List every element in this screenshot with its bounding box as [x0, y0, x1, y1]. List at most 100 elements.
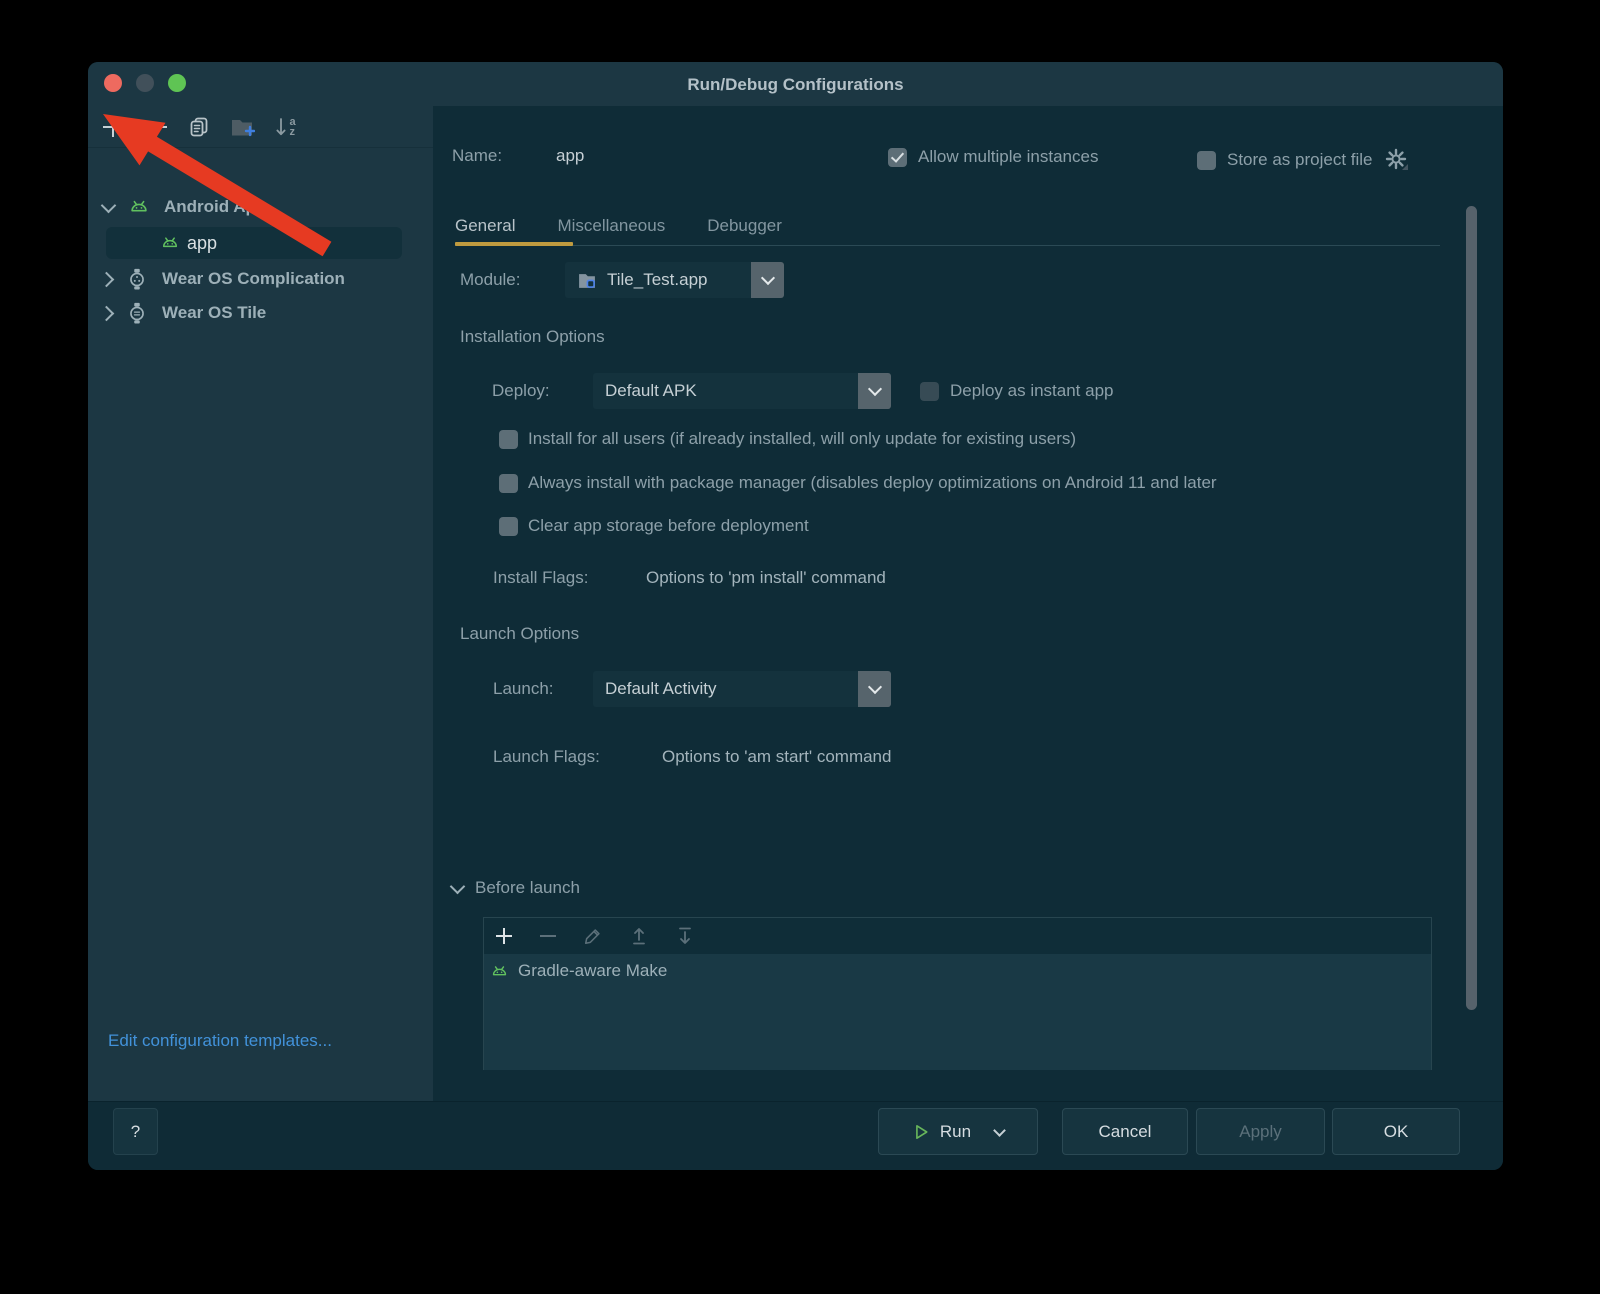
run-button[interactable]: Run [878, 1108, 1038, 1155]
before-launch-task-row[interactable]: Gradle-aware Make [484, 954, 1431, 981]
clear-app-storage-option: Clear app storage before deployment [499, 516, 1449, 536]
module-value: Tile_Test.app [607, 270, 707, 290]
deploy-as-instant-app-checkbox[interactable] [920, 382, 939, 401]
chevron-down-icon [867, 680, 881, 694]
copy-configuration-button[interactable] [186, 114, 212, 140]
store-as-project-file-option: Store as project file [1197, 147, 1410, 173]
tab-general[interactable]: General [455, 216, 515, 236]
launch-flags-field[interactable]: Options to 'am start' command [662, 747, 891, 767]
launch-label: Launch: [493, 679, 554, 699]
allow-multiple-instances-checkbox[interactable] [888, 148, 907, 167]
edit-configuration-templates-link[interactable]: Edit configuration templates... [108, 1031, 332, 1051]
module-dropdown-button[interactable] [751, 262, 784, 298]
always-install-package-manager-option: Always install with package manager (dis… [499, 473, 1449, 493]
cancel-button[interactable]: Cancel [1062, 1108, 1188, 1155]
allow-multiple-instances-label: Allow multiple instances [918, 147, 1098, 167]
before-launch-edit-button[interactable] [582, 925, 604, 947]
tab-debugger[interactable]: Debugger [707, 216, 782, 236]
deploy-label: Deploy: [492, 381, 550, 401]
launch-dropdown-button[interactable] [858, 671, 891, 707]
before-launch-add-button[interactable] [494, 926, 514, 946]
module-select[interactable]: Tile_Test.app [565, 262, 784, 298]
run-debug-configurations-dialog: Run/Debug Configurations [88, 62, 1503, 1170]
module-label: Module: [460, 270, 520, 290]
sort-az-icon: a z [274, 116, 295, 138]
name-label: Name: [452, 146, 502, 166]
allow-multiple-instances-option: Allow multiple instances [888, 147, 1098, 167]
deploy-select[interactable]: Default APK [593, 373, 891, 409]
clear-app-storage-label: Clear app storage before deployment [528, 516, 809, 536]
chevron-down-icon [450, 878, 466, 894]
tree-item-app-selected[interactable]: app [106, 227, 402, 259]
tab-bar: General Miscellaneous Debugger [455, 206, 782, 246]
sidebar-toolbar: a z [88, 106, 433, 148]
module-folder-icon [577, 270, 597, 290]
new-folder-icon [229, 114, 255, 140]
apply-button[interactable]: Apply [1196, 1108, 1325, 1155]
always-install-package-manager-label: Always install with package manager (dis… [528, 473, 1217, 493]
tree-item-label: app [187, 233, 217, 254]
install-for-all-users-checkbox[interactable] [499, 430, 518, 449]
before-launch-move-up-button[interactable] [628, 925, 650, 947]
before-launch-remove-button[interactable] [538, 926, 558, 946]
installation-options-title: Installation Options [460, 327, 605, 347]
clear-app-storage-checkbox[interactable] [499, 517, 518, 536]
before-launch-task-label: Gradle-aware Make [518, 961, 667, 981]
chevron-down-icon [867, 382, 881, 396]
add-configuration-button[interactable] [100, 114, 126, 140]
tree-item-label: Wear OS Complication [162, 269, 345, 289]
tree-group-android-app[interactable]: Android App [103, 196, 266, 218]
tab-divider [455, 245, 1440, 246]
launch-flags-label: Launch Flags: [493, 747, 600, 767]
new-folder-button[interactable] [229, 114, 255, 140]
chevron-down-icon [101, 197, 117, 213]
minus-icon [145, 117, 167, 137]
run-button-label: Run [940, 1122, 971, 1142]
android-icon [490, 962, 509, 981]
gear-icon[interactable] [1384, 147, 1410, 173]
configurations-sidebar: a z Android App [88, 106, 433, 1102]
arrow-up-from-line-icon [630, 926, 648, 946]
arrow-down-to-line-icon [676, 926, 694, 946]
before-launch-title: Before launch [475, 878, 580, 898]
deploy-value: Default APK [605, 381, 697, 401]
deploy-as-instant-app-label: Deploy as instant app [950, 381, 1114, 401]
install-for-all-users-option: Install for all users (if already instal… [499, 429, 1449, 449]
launch-select[interactable]: Default Activity [593, 671, 891, 707]
window-title: Run/Debug Configurations [88, 62, 1503, 106]
name-value-field[interactable]: app [556, 146, 584, 166]
play-icon [912, 1123, 930, 1141]
vertical-scrollbar-thumb[interactable] [1466, 206, 1477, 1010]
before-launch-panel: Gradle-aware Make [483, 917, 1432, 1070]
tree-item-label: Android App [164, 197, 266, 217]
watch-icon [126, 267, 148, 291]
help-button[interactable]: ? [113, 1108, 158, 1155]
active-tab-underline [455, 242, 573, 246]
sort-configurations-button[interactable]: a z [272, 114, 298, 140]
store-as-project-file-label: Store as project file [1227, 150, 1373, 170]
chevron-down-icon [760, 271, 774, 285]
chevron-down-icon[interactable] [993, 1124, 1006, 1137]
remove-configuration-button[interactable] [143, 114, 169, 140]
install-for-all-users-label: Install for all users (if already instal… [528, 429, 1076, 449]
watch-icon [126, 301, 148, 325]
configuration-editor: Name: app Allow multiple instances Store… [433, 106, 1503, 1102]
android-icon [128, 196, 150, 218]
launch-value: Default Activity [605, 679, 717, 699]
deploy-dropdown-button[interactable] [858, 373, 891, 409]
chevron-right-icon [99, 271, 115, 287]
ok-button[interactable]: OK [1332, 1108, 1460, 1155]
dialog-footer: ? Run Cancel Apply OK [88, 1101, 1503, 1170]
plus-icon [496, 928, 512, 944]
before-launch-move-down-button[interactable] [674, 925, 696, 947]
tree-group-wear-os-tile[interactable]: Wear OS Tile [103, 301, 266, 325]
pencil-icon [583, 926, 603, 946]
tab-miscellaneous[interactable]: Miscellaneous [557, 216, 665, 236]
store-as-project-file-checkbox[interactable] [1197, 151, 1216, 170]
always-install-package-manager-checkbox[interactable] [499, 474, 518, 493]
install-flags-field[interactable]: Options to 'pm install' command [646, 568, 886, 588]
titlebar: Run/Debug Configurations [88, 62, 1503, 106]
before-launch-header[interactable]: Before launch [452, 878, 580, 898]
tree-item-label: Wear OS Tile [162, 303, 266, 323]
tree-group-wear-os-complication[interactable]: Wear OS Complication [103, 267, 345, 291]
